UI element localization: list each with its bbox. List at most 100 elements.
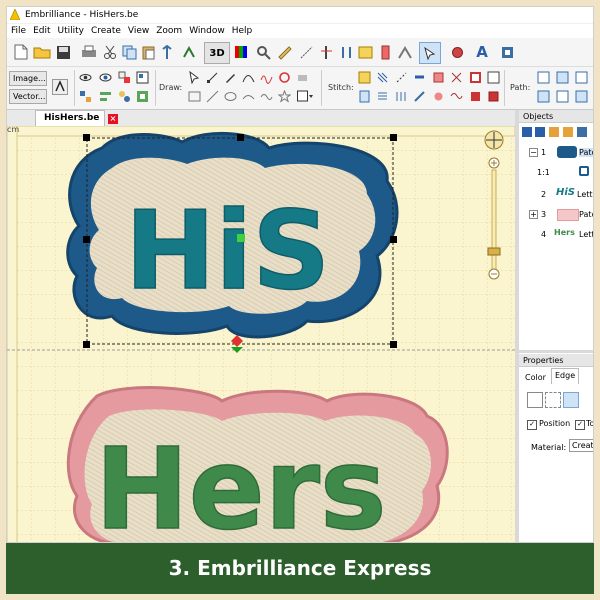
print-icon[interactable] xyxy=(79,42,99,62)
arrange-icon[interactable] xyxy=(118,90,131,103)
expand-icon[interactable]: − xyxy=(529,148,538,157)
cut-icon[interactable] xyxy=(100,42,120,62)
menu-edit[interactable]: Edit xyxy=(30,24,53,38)
menu-file[interactable]: File xyxy=(8,24,29,38)
shape-line-icon[interactable] xyxy=(206,90,219,103)
show-hide-icon[interactable] xyxy=(79,71,92,84)
text-style-icon[interactable] xyxy=(52,79,68,95)
border-stitch-icon[interactable] xyxy=(487,71,500,84)
tab-edge[interactable]: Edge xyxy=(551,368,579,384)
measure-icon[interactable] xyxy=(296,42,316,62)
eye-icon[interactable] xyxy=(99,71,112,84)
path-tool-b-icon[interactable] xyxy=(556,71,569,84)
motif-stitch-icon[interactable] xyxy=(469,71,482,84)
hoop-icon[interactable] xyxy=(179,42,199,62)
patch-thumbnail xyxy=(557,146,577,158)
3d-view-button[interactable]: 3D xyxy=(204,42,230,64)
menu-bar: File Edit Utility Create View Zoom Window Help xyxy=(7,24,593,38)
object-row-4-label[interactable]: Letter xyxy=(579,230,593,239)
path-tool-f-icon[interactable] xyxy=(575,90,588,103)
edge-style-b[interactable] xyxy=(545,392,561,408)
rotate-icon[interactable] xyxy=(278,71,291,84)
panel-divider[interactable] xyxy=(519,350,593,353)
stitch-type-b-icon[interactable] xyxy=(376,90,389,103)
path-tool-a-icon[interactable] xyxy=(537,71,550,84)
shape-oval-icon[interactable] xyxy=(224,90,237,103)
stitch-type-e-icon[interactable] xyxy=(432,90,445,103)
needle-icon[interactable] xyxy=(316,42,336,62)
stitch-type-f-icon[interactable] xyxy=(450,90,463,103)
menu-help[interactable]: Help xyxy=(229,24,256,38)
pen-icon[interactable] xyxy=(224,71,237,84)
settings-icon[interactable] xyxy=(447,42,467,62)
run-stitch-icon[interactable] xyxy=(395,71,408,84)
ruler-icon[interactable] xyxy=(274,42,294,62)
path-tool-e-icon[interactable] xyxy=(556,90,569,103)
sort-icon[interactable] xyxy=(337,42,357,62)
color-dropdown-icon[interactable] xyxy=(297,90,313,103)
shape-star-icon[interactable] xyxy=(278,90,291,103)
menu-window[interactable]: Window xyxy=(186,24,228,38)
menu-create[interactable]: Create xyxy=(88,24,124,38)
object-row-2-label[interactable]: Letter xyxy=(577,190,593,199)
group-icon[interactable] xyxy=(79,90,92,103)
open-folder-icon[interactable] xyxy=(32,42,52,62)
object-row-3-label[interactable]: Patch xyxy=(579,210,593,219)
vector-button[interactable]: Vector... xyxy=(9,89,47,104)
menu-zoom[interactable]: Zoom xyxy=(153,24,185,38)
text-tool-icon[interactable]: A xyxy=(472,42,492,62)
edge-style-c[interactable] xyxy=(563,392,579,408)
stitch-type-c-icon[interactable] xyxy=(395,90,408,103)
edge-style-a[interactable] xyxy=(527,392,543,408)
cross-stitch-icon[interactable] xyxy=(450,71,463,84)
menu-utility[interactable]: Utility xyxy=(55,24,87,38)
copy-icon[interactable] xyxy=(119,42,139,62)
fill-stitch-icon[interactable] xyxy=(376,71,389,84)
stitch-type-h-icon[interactable] xyxy=(487,90,500,103)
design-canvas[interactable]: HiS Hers cm xyxy=(7,126,515,542)
path-tool-c-icon[interactable] xyxy=(575,71,588,84)
expand-plus-icon[interactable]: + xyxy=(529,210,538,219)
freehand-icon[interactable] xyxy=(260,71,273,84)
select-tool-icon[interactable] xyxy=(419,42,441,64)
color-palette-icon[interactable] xyxy=(231,42,251,62)
bean-stitch-icon[interactable] xyxy=(413,71,426,84)
order-icon[interactable] xyxy=(136,71,149,84)
paste-icon[interactable] xyxy=(138,42,158,62)
tab-color[interactable]: Color xyxy=(525,373,546,382)
image-button[interactable]: Image... xyxy=(9,71,47,86)
close-tab-icon[interactable]: × xyxy=(108,114,118,124)
curve-icon[interactable] xyxy=(242,71,255,84)
shape-arc-icon[interactable] xyxy=(242,90,255,103)
tab-label: HisHers.be xyxy=(44,113,100,123)
stitch-player-icon[interactable] xyxy=(395,42,415,62)
align-icon[interactable] xyxy=(99,90,112,103)
stitch-type-a-icon[interactable] xyxy=(358,90,371,103)
new-file-icon[interactable] xyxy=(11,42,31,62)
material-select[interactable]: Create u xyxy=(569,439,593,452)
satin-stitch-icon[interactable] xyxy=(358,71,371,84)
save-icon[interactable] xyxy=(53,42,73,62)
position-checkbox[interactable]: ✓ xyxy=(527,420,537,430)
layers-icon[interactable] xyxy=(118,71,131,84)
stitch-type-g-icon[interactable] xyxy=(469,90,482,103)
path-tool-d-icon[interactable] xyxy=(537,90,550,103)
shape-wave-icon[interactable] xyxy=(260,90,273,103)
zoom-icon[interactable] xyxy=(253,42,273,62)
info-icon[interactable] xyxy=(355,42,375,62)
merge-icon[interactable] xyxy=(157,42,177,62)
tab-hishers[interactable]: HisHers.be × xyxy=(35,110,118,126)
menu-view[interactable]: View xyxy=(125,24,152,38)
top-label: Top xyxy=(586,419,594,428)
select-arrow-icon[interactable] xyxy=(188,71,201,84)
shape-rect-icon[interactable] xyxy=(188,90,201,103)
applique-icon[interactable] xyxy=(432,71,445,84)
hoop-select-icon[interactable] xyxy=(497,42,517,62)
eraser-icon[interactable] xyxy=(296,71,309,84)
node-edit-icon[interactable] xyxy=(206,71,219,84)
stitch-type-d-icon[interactable] xyxy=(413,90,426,103)
thread-icon[interactable] xyxy=(375,42,395,62)
object-row-1-label[interactable]: Patch xyxy=(579,148,593,157)
distribute-icon[interactable] xyxy=(136,90,149,103)
top-checkbox[interactable]: ✓ xyxy=(575,420,585,430)
